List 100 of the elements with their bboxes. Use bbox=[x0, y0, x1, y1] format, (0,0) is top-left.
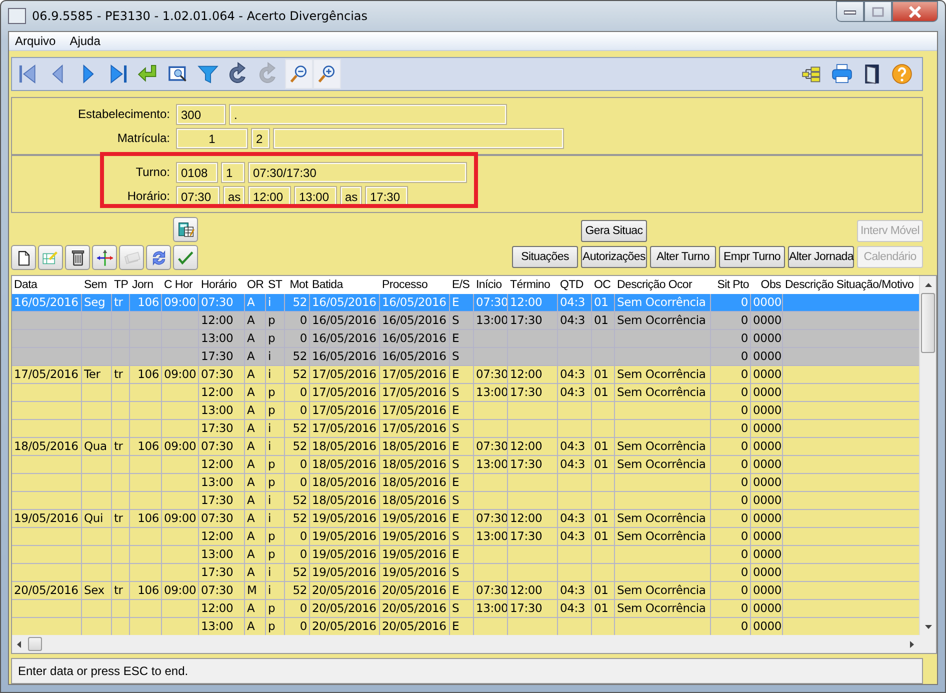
table-cell: 0000 bbox=[751, 492, 783, 510]
input-field[interactable]: 07:30/17:30 bbox=[249, 162, 466, 182]
input-field[interactable]: 300 bbox=[177, 104, 225, 124]
table-cell bbox=[162, 600, 199, 618]
table-cell: 0 bbox=[285, 546, 310, 564]
table-cell bbox=[558, 402, 592, 420]
column-header[interactable]: Obs bbox=[751, 276, 783, 294]
table-cell: i bbox=[266, 420, 285, 438]
column-header[interactable]: Sem bbox=[82, 276, 112, 294]
input-field[interactable]: as bbox=[224, 186, 244, 206]
table-cell: 0 bbox=[711, 474, 751, 492]
table-cell bbox=[558, 420, 592, 438]
action-button[interactable]: Autorizações bbox=[581, 246, 647, 268]
column-header[interactable]: Jorn bbox=[130, 276, 162, 294]
column-header[interactable]: OR bbox=[245, 276, 266, 294]
action-button[interactable]: Situações bbox=[512, 246, 578, 268]
action-button[interactable]: Alter Turno bbox=[650, 246, 716, 268]
table-cell: A bbox=[245, 366, 266, 384]
column-header[interactable]: Descrição Situação/Motivo bbox=[783, 276, 919, 294]
table-cell: S bbox=[450, 528, 474, 546]
table-cell bbox=[82, 420, 112, 438]
table-cell: S bbox=[450, 600, 474, 618]
column-header[interactable]: TP bbox=[112, 276, 130, 294]
input-field[interactable]: 12:00 bbox=[249, 186, 290, 206]
table-cell bbox=[130, 600, 162, 618]
column-header[interactable]: Sit Pto bbox=[711, 276, 751, 294]
column-header[interactable]: Batida bbox=[310, 276, 380, 294]
input-field[interactable]: 13:00 bbox=[295, 186, 336, 206]
input-field[interactable]: 2 bbox=[252, 128, 269, 148]
close-button[interactable] bbox=[892, 1, 938, 22]
table-cell: 0000 bbox=[751, 600, 783, 618]
table-cell: Sem Ocorrência bbox=[615, 456, 711, 474]
input-field[interactable]: 07:30 bbox=[177, 186, 219, 206]
left-arrow-icon[interactable] bbox=[16, 640, 22, 648]
table-cell: 52 bbox=[285, 366, 310, 384]
table-cell: 09:00 bbox=[162, 366, 199, 384]
column-header[interactable]: ST bbox=[266, 276, 285, 294]
scroll-thumb[interactable] bbox=[921, 293, 935, 353]
table-cell: 13:00 bbox=[474, 384, 508, 402]
column-header[interactable]: Término bbox=[508, 276, 558, 294]
table-cell: Sem Ocorrência bbox=[615, 438, 711, 456]
table-cell: tr bbox=[112, 510, 130, 528]
table-cell: 13:00 bbox=[474, 528, 508, 546]
tool-button[interactable] bbox=[92, 245, 117, 270]
input-field[interactable]: 1 bbox=[222, 162, 244, 182]
input-field[interactable]: 0108 bbox=[177, 162, 217, 182]
tool-button[interactable] bbox=[65, 245, 90, 270]
maximize-button[interactable] bbox=[864, 1, 892, 22]
input-field[interactable]: 1 bbox=[177, 128, 247, 148]
table-cell: 18/05/2016 bbox=[310, 474, 380, 492]
table-cell: 17/05/2016 bbox=[380, 402, 450, 420]
input-field[interactable]: as bbox=[341, 186, 361, 206]
table-cell: 07:30 bbox=[474, 366, 508, 384]
table-cell: 04:3 bbox=[558, 384, 592, 402]
table-cell: 0000 bbox=[751, 474, 783, 492]
table-cell bbox=[474, 492, 508, 510]
help-icon[interactable] bbox=[890, 62, 914, 86]
tool-button[interactable] bbox=[11, 245, 36, 270]
vertical-scrollbar[interactable] bbox=[919, 276, 936, 635]
table-cell bbox=[474, 546, 508, 564]
table-cell bbox=[508, 492, 558, 510]
table-cell bbox=[130, 528, 162, 546]
table-cell: 01 bbox=[592, 600, 615, 618]
table-cell: 12:00 bbox=[508, 582, 558, 600]
action-button[interactable]: Alter Jornada bbox=[788, 246, 854, 268]
action-button[interactable]: Gera Situac bbox=[581, 220, 647, 242]
column-header[interactable]: Processo bbox=[380, 276, 450, 294]
table-cell: S bbox=[450, 420, 474, 438]
menu-item[interactable]: Ajuda bbox=[70, 34, 100, 48]
table-cell: 0000 bbox=[751, 564, 783, 582]
horizontal-scrollbar[interactable] bbox=[12, 635, 919, 653]
table-cell: 04:3 bbox=[558, 366, 592, 384]
input-field[interactable] bbox=[274, 128, 563, 148]
column-header[interactable]: QTD bbox=[558, 276, 592, 294]
menu-item[interactable]: Arquivo bbox=[15, 34, 56, 48]
minimize-button[interactable] bbox=[836, 1, 864, 22]
column-header[interactable]: C Hor bbox=[162, 276, 199, 294]
input-field[interactable]: 17:30 bbox=[366, 186, 407, 206]
tool-button[interactable] bbox=[173, 217, 198, 242]
scroll-thumb[interactable] bbox=[28, 637, 42, 651]
table-cell: 52 bbox=[285, 582, 310, 600]
table-cell: i bbox=[266, 438, 285, 456]
column-header[interactable]: Início bbox=[474, 276, 508, 294]
right-arrow-icon[interactable] bbox=[909, 640, 915, 648]
table-cell: A bbox=[245, 348, 266, 366]
table-cell bbox=[12, 384, 82, 402]
table-cell bbox=[130, 546, 162, 564]
column-header[interactable]: Data bbox=[12, 276, 82, 294]
move-arrows-icon bbox=[94, 248, 114, 268]
column-header[interactable]: OC bbox=[592, 276, 615, 294]
table-cell: 07:30 bbox=[474, 438, 508, 456]
printer-icon[interactable] bbox=[830, 62, 854, 86]
table-cell bbox=[82, 564, 112, 582]
column-header[interactable]: Horário bbox=[199, 276, 245, 294]
table-cell: 12:00 bbox=[508, 438, 558, 456]
action-button[interactable]: Empr Turno bbox=[719, 246, 785, 268]
column-header[interactable]: Descrição Ocor bbox=[615, 276, 711, 294]
column-header[interactable]: Mot bbox=[285, 276, 310, 294]
input-field[interactable]: . bbox=[230, 104, 506, 124]
column-header[interactable]: E/S bbox=[450, 276, 474, 294]
